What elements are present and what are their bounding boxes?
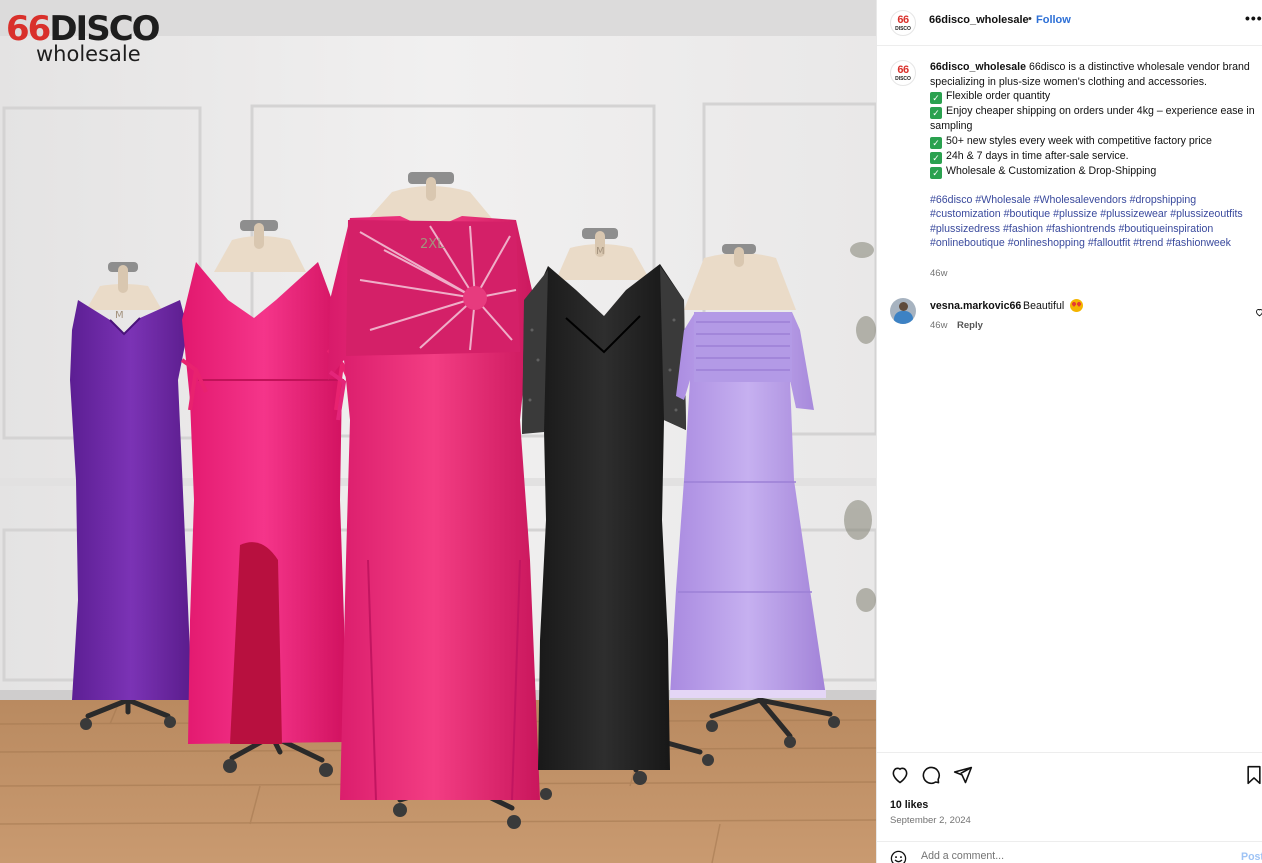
caption-point-text: 24h & 7 days in time after-sale service.	[946, 149, 1129, 162]
author-username[interactable]: 66disco_wholesale	[929, 14, 1029, 26]
caption-point: ✓ 24h & 7 days in time after-sale service…	[930, 149, 1256, 164]
comment-username[interactable]: vesna.markovic66	[930, 300, 1021, 312]
check-icon: ✓	[930, 166, 942, 179]
more-options-icon[interactable]: •••	[1245, 10, 1262, 26]
caption-hashtags[interactable]: #66disco #Wholesale #Wholesalevendors #d…	[930, 193, 1256, 251]
post-actions: 10 likes September 2, 2024 Post	[877, 752, 1262, 863]
post-panel: 66 DISCO 66disco_wholesale • Follow ••• …	[876, 0, 1262, 863]
comment-timestamp: 46w	[930, 320, 948, 331]
header-separator: •	[1028, 13, 1032, 25]
post-header: 66 DISCO 66disco_wholesale • Follow •••	[877, 0, 1262, 46]
follow-button[interactable]: Follow	[1036, 14, 1071, 26]
post-caption: 66disco_wholesale 66disco is a distincti…	[930, 60, 1256, 251]
brand-watermark: 66DISCO wholesale	[6, 12, 161, 66]
brand-logo-subtitle: wholesale	[36, 42, 141, 66]
paper-plane-icon[interactable]	[953, 765, 973, 790]
caption-point-text: 50+ new styles every week with competiti…	[946, 134, 1212, 147]
speech-bubble-icon[interactable]	[921, 765, 941, 790]
caption-point: ✓ 50+ new styles every week with competit…	[930, 134, 1256, 149]
dresses-photo: M 2XL M	[0, 0, 876, 863]
avatar-body	[894, 311, 913, 324]
caption-point: ✓ Flexible order quantity	[930, 89, 1256, 104]
likes-count[interactable]: 10 likes	[890, 799, 928, 811]
caption-avatar-number: 66	[897, 64, 909, 76]
check-icon: ✓	[930, 107, 942, 119]
comment-bar: Post	[877, 841, 1262, 863]
comment-like-icon[interactable]	[1255, 304, 1262, 322]
comment-input[interactable]	[921, 848, 1221, 863]
caption-username[interactable]: 66disco_wholesale	[930, 61, 1026, 73]
caption-point-text: Enjoy cheaper shipping on orders under 4…	[930, 105, 1255, 132]
avatar-logo-number: 66	[897, 14, 909, 26]
check-icon: ✓	[930, 151, 942, 164]
post-image[interactable]: M 2XL M 66DISCO wholesale	[0, 0, 876, 863]
comment-text: Beautiful	[1023, 300, 1065, 312]
avatar-logo-word: DISCO	[895, 26, 911, 32]
post-comment-button[interactable]: Post	[1241, 851, 1262, 863]
check-icon: ✓	[930, 136, 942, 149]
bookmark-icon[interactable]	[1245, 765, 1262, 790]
svg-text:M: M	[596, 246, 605, 257]
caption-point-text: Wholesale & Customization & Drop-Shippin…	[946, 164, 1157, 177]
caption-avatar-word: DISCO	[895, 76, 911, 82]
svg-text:M: M	[115, 310, 124, 321]
commenter-avatar[interactable]	[890, 298, 916, 324]
heart-icon[interactable]	[890, 765, 910, 790]
svg-text:2XL: 2XL	[420, 237, 445, 252]
author-avatar[interactable]: 66 DISCO	[890, 10, 916, 36]
caption-timestamp[interactable]: 46w	[930, 268, 947, 279]
avatar-head	[899, 302, 908, 311]
caption-point: ✓ Wholesale & Customization & Drop-Shippi…	[930, 164, 1256, 179]
brand-logo: 66DISCO	[6, 12, 161, 46]
caption-avatar[interactable]: 66 DISCO	[890, 60, 916, 86]
check-icon: ✓	[930, 92, 942, 104]
heart-eyes-emoji-icon	[1070, 299, 1083, 312]
post-date: September 2, 2024	[890, 815, 971, 826]
caption-point-text: Flexible order quantity	[946, 90, 1051, 102]
smiley-icon[interactable]	[890, 850, 907, 863]
caption-point: ✓ Enjoy cheaper shipping on orders under …	[930, 104, 1256, 134]
reply-button[interactable]: Reply	[957, 320, 983, 331]
